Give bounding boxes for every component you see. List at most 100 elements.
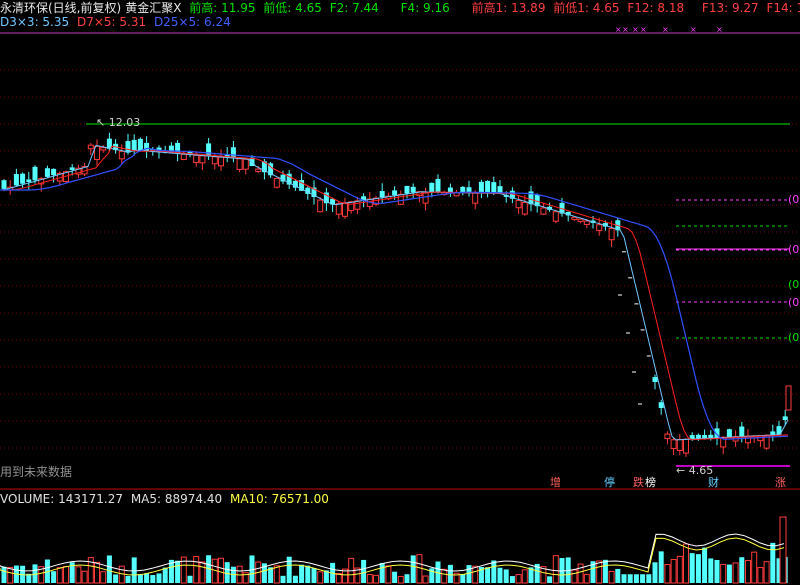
- candle: [583, 220, 590, 225]
- candle: [683, 438, 689, 454]
- candle: [255, 168, 262, 173]
- volume-bar: [106, 555, 112, 583]
- volume-bar: [720, 563, 727, 584]
- volume-value: VOLUME: 143171.27: [0, 492, 123, 506]
- volume-bar: [646, 574, 652, 583]
- volume-bar: [602, 559, 608, 583]
- right-marker: (0: [788, 243, 800, 256]
- candle: [491, 182, 497, 194]
- ma5-value: MA5: 88974.40: [130, 492, 223, 506]
- volume-bar: [466, 565, 472, 583]
- f2-value: F2: 7.44: [329, 1, 379, 15]
- volume-bar: [583, 573, 590, 584]
- right-marker: (0: [788, 331, 800, 344]
- candle: [317, 199, 324, 213]
- volume-bar: [75, 566, 82, 584]
- volume-header: VOLUME: 143171.27 MA5: 88974.40 MA10: 76…: [0, 492, 333, 506]
- candle: [193, 154, 200, 164]
- volume-bar: [410, 555, 416, 583]
- prev-high1: 前高1: 13.89: [471, 1, 546, 15]
- candle: [44, 168, 50, 177]
- volume-bar: [652, 562, 658, 583]
- candle: [144, 142, 150, 152]
- high-price-label: ↖ 12.03: [96, 116, 141, 129]
- volume-bar: [702, 547, 708, 583]
- candle: [770, 431, 776, 435]
- candle: [51, 168, 57, 176]
- candle: [785, 385, 792, 411]
- candle: [273, 177, 280, 188]
- candle: [199, 155, 206, 164]
- volume-bar: [627, 574, 633, 583]
- volume-bar: [676, 555, 683, 584]
- volume-bar: [664, 564, 671, 584]
- candle: [379, 191, 385, 198]
- volume-bar: [286, 556, 292, 583]
- candle: [218, 156, 224, 167]
- indicator-name: 黄金汇聚X: [125, 1, 182, 15]
- candle: [670, 439, 677, 450]
- volume-bar: [311, 568, 317, 583]
- volume-bar: [224, 562, 230, 583]
- volume-bar: [292, 575, 298, 583]
- right-marker: (0: [788, 278, 800, 291]
- candle: [404, 185, 410, 194]
- candle: [348, 201, 355, 212]
- candle: [118, 150, 125, 160]
- top-star-mark: ×: [615, 25, 622, 34]
- volume-bar: [714, 559, 720, 583]
- candle: [180, 153, 187, 161]
- candle: [342, 202, 348, 217]
- candle: [485, 180, 491, 194]
- volume-bar: [379, 562, 385, 583]
- candle: [435, 178, 441, 193]
- volume-bar: [757, 567, 764, 584]
- candle: [676, 439, 683, 451]
- candle: [571, 216, 578, 220]
- volume-bar: [392, 571, 398, 583]
- volume-bar: [56, 567, 63, 584]
- volume-bar: [763, 561, 770, 584]
- volume-bar: [94, 561, 100, 584]
- volume-bar: [640, 574, 646, 583]
- volume-bar: [779, 516, 787, 584]
- d3-value: D3×3: 5.35: [0, 15, 70, 29]
- candle: [596, 224, 603, 231]
- candle: [26, 179, 32, 182]
- top-star-mark: ×: [632, 25, 639, 34]
- volume-bar: [497, 567, 503, 583]
- candle: [242, 158, 249, 170]
- top-star-mark: ×: [640, 25, 647, 34]
- volume-bar: [385, 565, 392, 584]
- volume-bar: [118, 565, 125, 584]
- volume-bar: [361, 559, 367, 583]
- signal-zhang: 涨: [775, 476, 786, 489]
- volume-bar: [670, 559, 677, 584]
- volume-bar: [596, 560, 603, 584]
- volume-bar: [404, 574, 410, 583]
- volume-bar: [137, 574, 143, 583]
- candle: [782, 416, 788, 420]
- top-star-mark: ×: [662, 25, 669, 34]
- candle: [664, 433, 671, 440]
- high-price-value: 12.03: [108, 116, 141, 129]
- candle: [20, 173, 26, 184]
- candle: [1, 180, 7, 189]
- volume-bar: [273, 565, 280, 584]
- d7-value: D7×5: 5.31: [76, 15, 147, 29]
- candle: [739, 426, 745, 437]
- volume-bar: [615, 568, 621, 583]
- candle: [125, 141, 131, 153]
- volume-bar: [509, 576, 515, 583]
- volume-bar: [1, 566, 7, 583]
- volume-bar: [441, 568, 448, 584]
- volume-bar: [739, 557, 745, 583]
- future-note: 用到未来数据: [0, 465, 73, 479]
- candle: [206, 143, 212, 157]
- volume-bar: [422, 575, 429, 584]
- d3-ma-line: [0, 144, 789, 441]
- volume-bar: [366, 574, 373, 584]
- volume-bar: [150, 575, 156, 583]
- candle: [236, 158, 243, 170]
- candle: [540, 207, 547, 215]
